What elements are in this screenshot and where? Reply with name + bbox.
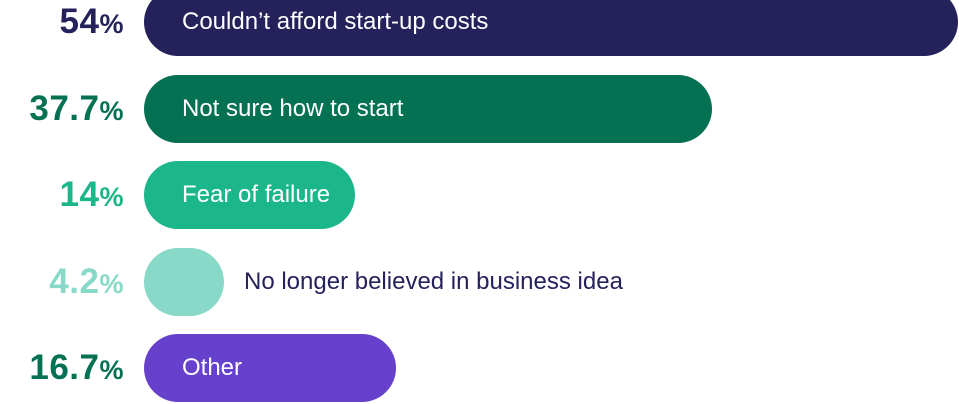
category-label: Other [182,354,243,381]
bar-row: 37.7% Not sure how to start [0,75,959,143]
category-label: Fear of failure [182,181,331,208]
bar-row: 4.2% No longer believed in business idea [0,248,959,316]
value-number: 4.2 [49,262,100,301]
value-label: 37.7% [0,75,124,143]
value-label: 4.2% [0,248,124,316]
value-unit: % [99,269,124,299]
value-label: 54% [0,0,124,56]
bar-row: 16.7% Other [0,334,959,402]
horizontal-bar-chart: 54% Couldn’t afford start-up costs 37.7% No… [0,0,959,402]
bar-row: 54% Couldn’t afford start-up costs [0,0,959,56]
value-number: 14 [59,175,100,214]
value-unit: % [99,96,124,126]
bar-row: 14% Fear of failure [0,161,959,229]
category-label: No longer believed in business idea [244,268,623,295]
value-label: 16.7% [0,334,124,402]
category-label: Not sure how to start [182,95,404,122]
value-unit: % [99,355,124,385]
value-label: 14% [0,161,124,229]
value-number: 37.7 [29,89,100,128]
category-label: Couldn’t afford start-up costs [182,8,489,35]
value-number: 54 [59,2,100,41]
value-number: 16.7 [29,348,100,387]
value-unit: % [99,182,124,212]
value-unit: % [99,9,124,39]
bar [144,248,224,316]
